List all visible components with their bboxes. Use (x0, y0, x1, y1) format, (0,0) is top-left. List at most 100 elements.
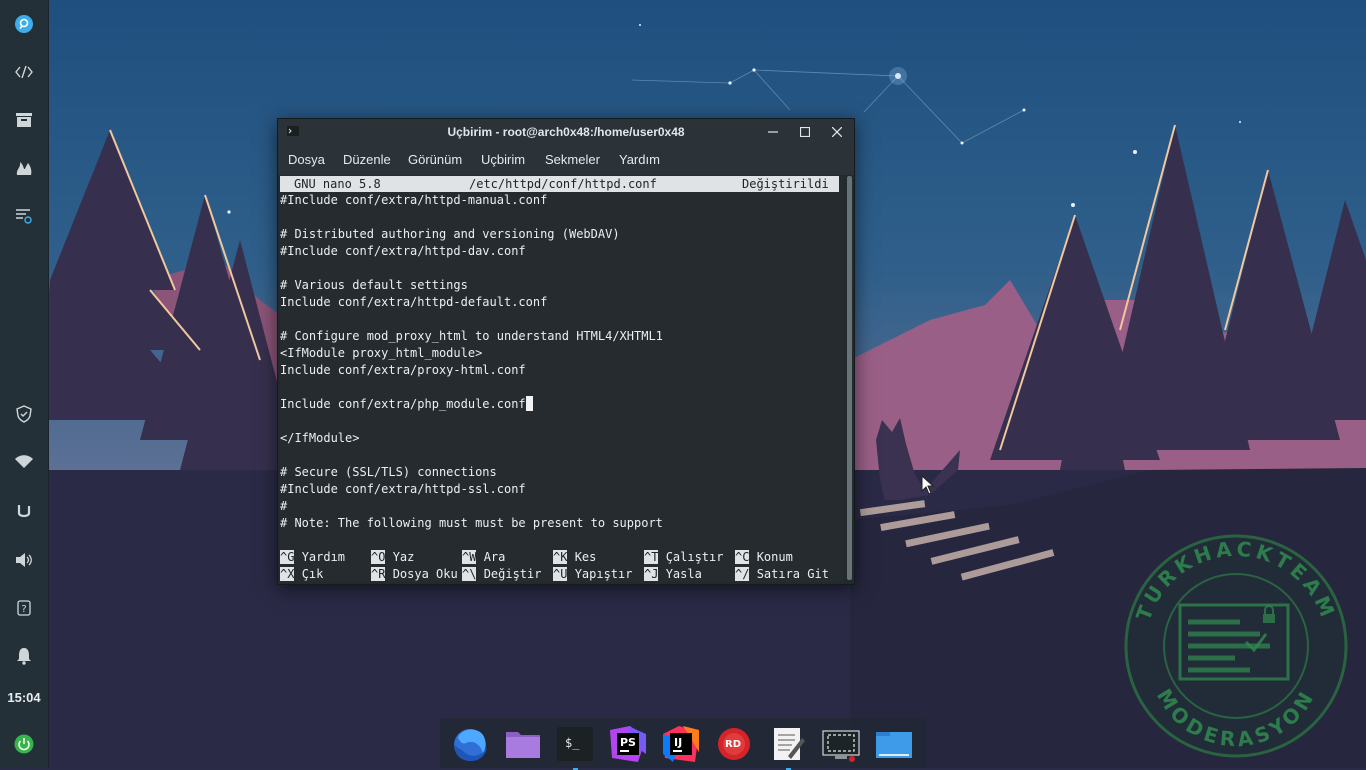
archive-icon[interactable] (0, 104, 48, 136)
shortcut-key: ^/ (735, 567, 750, 581)
power-icon[interactable] (0, 728, 48, 760)
shortcut-label: Yaz (392, 550, 415, 564)
editor-line: # Distributed authoring and versioning (… (280, 227, 620, 241)
editor-line: # Various default settings (280, 278, 468, 292)
shortcut-key: ^T (644, 550, 659, 564)
shortcut-key: ^W (462, 550, 477, 564)
shortcut-exit[interactable]: ^X Çık (280, 566, 323, 582)
shortcut-label: Çık (301, 567, 324, 581)
editor-line: #Include conf/extra/httpd-dav.conf (280, 244, 526, 258)
rider-icon-label: RD (725, 739, 741, 750)
scrollbar-thumb[interactable] (847, 176, 852, 580)
shield-icon[interactable] (0, 398, 48, 430)
shortcut-key: ^K (553, 550, 568, 564)
menu-dosya[interactable]: Dosya (288, 152, 325, 167)
file-manager-icon[interactable] (874, 724, 914, 764)
files-folder-icon[interactable] (503, 724, 543, 764)
terminal-window[interactable]: Uçbirim - root@arch0x48:/home/user0x48 D… (277, 118, 855, 585)
shortcut-read-file[interactable]: ^R Dosya Oku (371, 566, 458, 582)
shortcut-label: Kes (574, 550, 597, 564)
shortcut-location[interactable]: ^C Konum (735, 549, 793, 566)
mouse-pointer-icon (921, 475, 935, 495)
bell-icon[interactable] (0, 640, 48, 672)
editor-line-current: Include conf/extra/php_module.conf (280, 396, 533, 413)
editor-line: # (280, 499, 288, 513)
shortcut-key: ^C (735, 550, 750, 564)
phpstorm-icon[interactable]: PS (608, 724, 648, 764)
editor-line: </IfModule> (280, 431, 360, 445)
shortcut-key: ^R (371, 567, 386, 581)
shortcut-replace[interactable]: ^\ Değiştir (462, 566, 541, 582)
volume-icon[interactable] (0, 544, 48, 576)
help-icon[interactable]: ? (0, 592, 48, 624)
nano-version: GNU nano 5.8 (294, 177, 381, 191)
shortcut-write[interactable]: ^O Yaz (371, 549, 414, 566)
shortcut-execute[interactable]: ^T Çalıştır (644, 549, 723, 566)
shortcut-label: Yapıştır (574, 567, 633, 581)
scrollbar[interactable] (847, 176, 852, 580)
shortcut-help[interactable]: ^G Yardım (280, 549, 345, 566)
editor-line: Include conf/extra/proxy-html.conf (280, 363, 526, 377)
shortcut-label: Ara (483, 550, 506, 564)
minimize-button[interactable] (763, 123, 783, 141)
dock: $_ PS IJ RD (440, 718, 926, 770)
shortcut-label: Konum (756, 550, 793, 564)
nano-modified-status: Değiştirildi (742, 177, 829, 191)
shortcut-key: ^U (553, 567, 568, 581)
menu-sekmeler[interactable]: Sekmeler (545, 152, 600, 167)
u-icon[interactable] (0, 496, 48, 528)
panel-clock[interactable]: 15:04 (0, 690, 48, 705)
intellij-icon[interactable]: IJ (661, 724, 701, 764)
turkhackteam-watermark-logo: TURKHACKTEAM MODERASYON (1124, 534, 1348, 758)
svg-text:?: ? (21, 604, 26, 615)
shortcut-key: ^O (371, 550, 386, 564)
shortcut-go-to-line[interactable]: ^/ Satıra Git (735, 566, 829, 582)
shortcut-label: Satıra Git (756, 567, 829, 581)
intellij-icon-label: IJ (674, 736, 682, 749)
screenshot-tool-icon[interactable] (821, 724, 861, 764)
nano-title-bar: GNU nano 5.8 /etc/httpd/conf/httpd.conf … (280, 176, 839, 192)
window-titlebar[interactable]: Uçbirim - root@arch0x48:/home/user0x48 (278, 119, 854, 145)
editor-line: # Note: The following must must be prese… (280, 516, 663, 530)
editor-line-text: Include conf/extra/php_module.conf (280, 397, 526, 411)
editor-line: # Secure (SSL/TLS) connections (280, 465, 497, 479)
firefox-icon[interactable] (450, 724, 490, 764)
editor-line: #Include conf/extra/httpd-manual.conf (280, 193, 548, 207)
shortcut-key: ^G (280, 550, 295, 564)
wifi-icon[interactable] (0, 446, 48, 478)
shortcut-key: ^\ (462, 567, 477, 581)
text-editor-icon[interactable] (768, 724, 808, 770)
menu-ucbirim[interactable]: Uçbirim (481, 152, 525, 167)
shortcut-cut[interactable]: ^K Kes (553, 549, 596, 566)
editor-line: Include conf/extra/httpd-default.conf (280, 295, 548, 309)
shortcut-paste[interactable]: ^U Yapıştır (553, 566, 632, 582)
menu-gorunum[interactable]: Görünüm (408, 152, 462, 167)
shortcut-search[interactable]: ^W Ara (462, 549, 505, 566)
editor-line: <IfModule proxy_html_module> (280, 346, 483, 360)
menu-yardim[interactable]: Yardım (619, 152, 660, 167)
shortcut-label: Değiştir (483, 567, 542, 581)
shortcut-justify[interactable]: ^J Yasla (644, 566, 702, 582)
close-button[interactable] (827, 123, 847, 141)
shortcut-label: Yardım (301, 550, 346, 564)
editor-line: # Configure mod_proxy_html to understand… (280, 329, 663, 343)
shortcut-key: ^X (280, 567, 295, 581)
editor-line: #Include conf/extra/httpd-ssl.conf (280, 482, 526, 496)
maximize-button[interactable] (795, 123, 815, 141)
shortcut-label: Çalıştır (665, 550, 724, 564)
fire-icon[interactable] (0, 152, 48, 184)
list-search-icon[interactable] (0, 200, 48, 232)
rider-icon[interactable]: RD (714, 724, 754, 764)
search-icon[interactable] (0, 8, 48, 40)
menubar: Dosya Düzenle Görünüm Uçbirim Sekmeler Y… (278, 145, 854, 175)
left-panel: ? 15:04 (0, 0, 49, 768)
terminal-icon-label: $_ (565, 736, 580, 750)
shortcut-label: Yasla (665, 567, 702, 581)
shortcut-label: Dosya Oku (392, 567, 458, 581)
code-icon[interactable] (0, 56, 48, 88)
terminal-icon[interactable]: $_ (555, 724, 595, 770)
menu-duzenle[interactable]: Düzenle (343, 152, 391, 167)
phpstorm-icon-label: PS (620, 736, 636, 749)
text-cursor (525, 396, 533, 411)
terminal-area[interactable]: GNU nano 5.8 /etc/httpd/conf/httpd.conf … (280, 175, 844, 582)
